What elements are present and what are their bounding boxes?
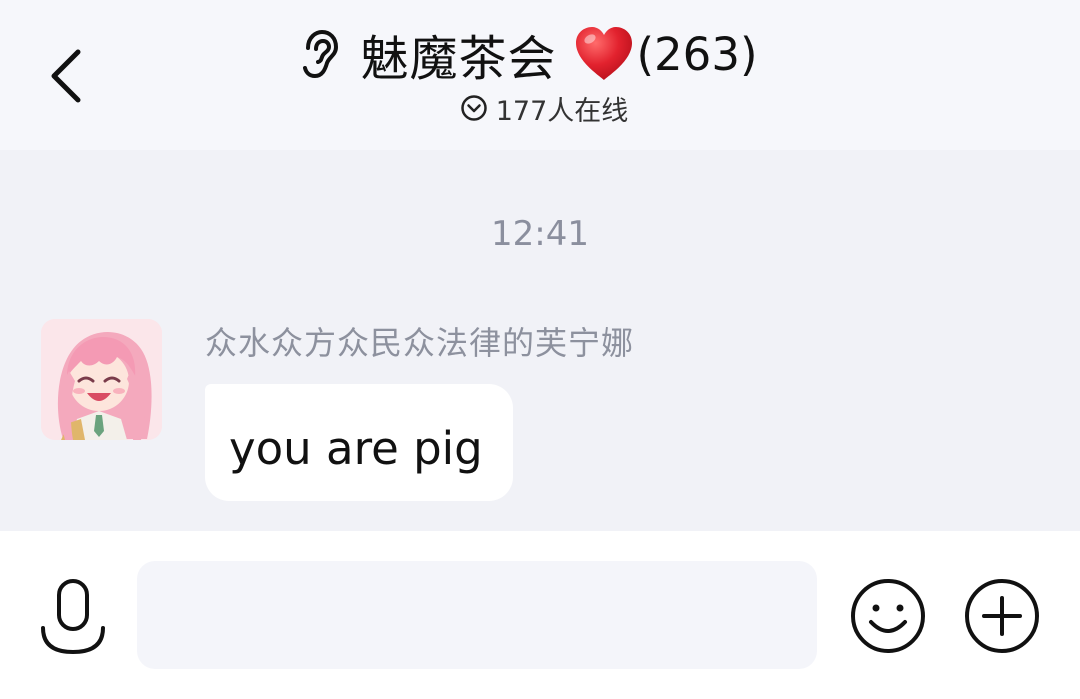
microphone-icon: [41, 579, 105, 655]
input-bar: [0, 531, 1080, 699]
heart-emoji-icon: [575, 27, 632, 80]
anime-girl-avatar-icon: [41, 319, 162, 440]
emoji-button[interactable]: [848, 576, 928, 656]
chat-header: 魅魔茶会 (263) 177人在线: [0, 0, 1080, 150]
online-count: 177人在线: [495, 95, 629, 127]
smiley-icon: [851, 579, 925, 653]
message-timestamp: 12:41: [491, 214, 589, 254]
voice-button[interactable]: [38, 578, 108, 655]
message-bubble[interactable]: you are pig: [205, 384, 513, 501]
message-input[interactable]: [137, 561, 817, 669]
chat-title-row[interactable]: 魅魔茶会 (263): [0, 18, 1080, 90]
group-title: 魅魔茶会: [360, 31, 557, 87]
member-count: (263): [636, 27, 758, 81]
ear-icon: [303, 29, 339, 79]
plus-circle-icon: [965, 579, 1039, 653]
sender-name: 众水众方众民众法律的芙宁娜: [205, 324, 635, 362]
more-button[interactable]: [962, 576, 1042, 656]
message-text: you are pig: [229, 422, 483, 475]
avatar[interactable]: [41, 319, 162, 440]
online-status-row[interactable]: 177人在线: [0, 88, 1080, 128]
chevron-down-circle-icon: [460, 95, 487, 121]
